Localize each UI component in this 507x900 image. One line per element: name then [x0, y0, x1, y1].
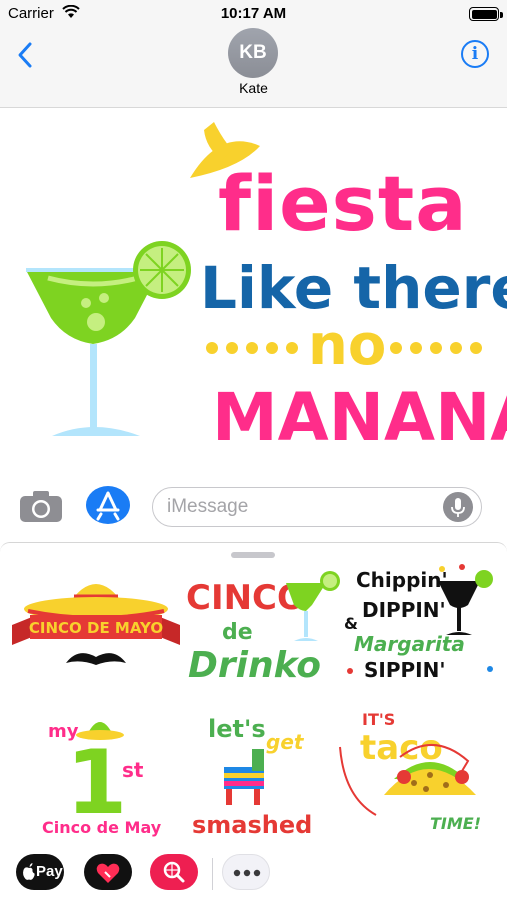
back-chevron-icon[interactable] [14, 40, 38, 70]
app-drawer-dock: Pay [0, 848, 507, 900]
info-icon[interactable]: i [461, 40, 489, 68]
taco-line2: taco [360, 728, 443, 768]
sticker-line-no: no [308, 313, 386, 378]
chippin-line4: Margarita [354, 632, 465, 656]
chippin-line3: & [344, 614, 358, 633]
compose-bar: iMessage [0, 478, 507, 540]
sticker-my-first-cinco[interactable]: my 1 st Cinco de Mayo [38, 709, 162, 839]
margarita-glass-icon [26, 241, 191, 436]
conversation-header: KB Kate i [0, 28, 507, 108]
smashed-line1: let's [208, 715, 266, 743]
microphone-button[interactable] [443, 492, 473, 522]
sticker-line-manana: MANANA [212, 379, 507, 456]
drinko-line2: de [222, 620, 253, 645]
first-line4: Cinco de Mayo [42, 818, 162, 837]
app-store-button[interactable] [86, 486, 130, 524]
apple-icon [23, 863, 35, 880]
sticker-cinco-de-mayo[interactable]: CINCO DE MAYO [8, 565, 184, 685]
clock: 10:17 AM [220, 5, 287, 22]
more-apps-button[interactable] [222, 854, 270, 890]
pinata-icon [224, 749, 264, 805]
apple-pay-button[interactable]: Pay [16, 854, 64, 890]
heart-icon [96, 863, 120, 883]
contact-name[interactable]: Kate [0, 80, 507, 96]
globe-search-icon [163, 861, 185, 883]
message-input-placeholder: iMessage [167, 496, 249, 517]
sticker-lets-get-smashed[interactable]: let's get smashed [186, 709, 316, 839]
app-store-icon [96, 491, 120, 521]
sticker-line-like-theres: Like there's [200, 254, 507, 322]
taco-line3: TIME! [430, 814, 481, 833]
sticker-taco-time[interactable]: IT'S taco TIME! [334, 707, 500, 841]
sticker-chippin-dippin[interactable]: Chippin' DIPPIN' & Margarita SIPPIN' [342, 559, 502, 689]
microphone-icon [451, 498, 465, 517]
sticker-drawer: CINCO DE MAYO CINCO de Drinko Chippin' D… [0, 542, 507, 900]
apple-pay-label: Pay [36, 863, 63, 880]
more-icon [233, 869, 261, 877]
smashed-line3: smashed [192, 811, 312, 839]
digital-touch-button[interactable] [84, 854, 132, 890]
first-line3: st [122, 758, 144, 782]
status-bar: Carrier 10:17 AM [0, 0, 507, 28]
image-search-button[interactable] [150, 854, 198, 890]
message-thread: fiesta Like there's no MANANA [0, 108, 507, 478]
chippin-line2: DIPPIN' [362, 598, 446, 622]
sticker-cinco-de-drinko[interactable]: CINCO de Drinko [182, 565, 346, 687]
battery-icon [469, 7, 499, 21]
sticker-line-fiesta: fiesta [218, 159, 468, 248]
dock-divider [212, 858, 213, 890]
fiesta-sticker[interactable]: fiesta Like there's no MANANA [0, 108, 507, 478]
drawer-grabber[interactable] [231, 552, 275, 558]
taco-line1: IT'S [362, 710, 395, 729]
contact-avatar[interactable]: KB [228, 28, 278, 78]
message-input[interactable]: iMessage [152, 487, 482, 527]
sticker-cinco-de-mayo-text: CINCO DE MAYO [29, 619, 163, 637]
chippin-line5: SIPPIN' [364, 658, 445, 682]
smashed-line2: get [266, 730, 305, 754]
camera-icon[interactable] [18, 488, 64, 524]
chippin-line1: Chippin' [356, 568, 448, 592]
drinko-line3: Drinko [188, 645, 321, 686]
